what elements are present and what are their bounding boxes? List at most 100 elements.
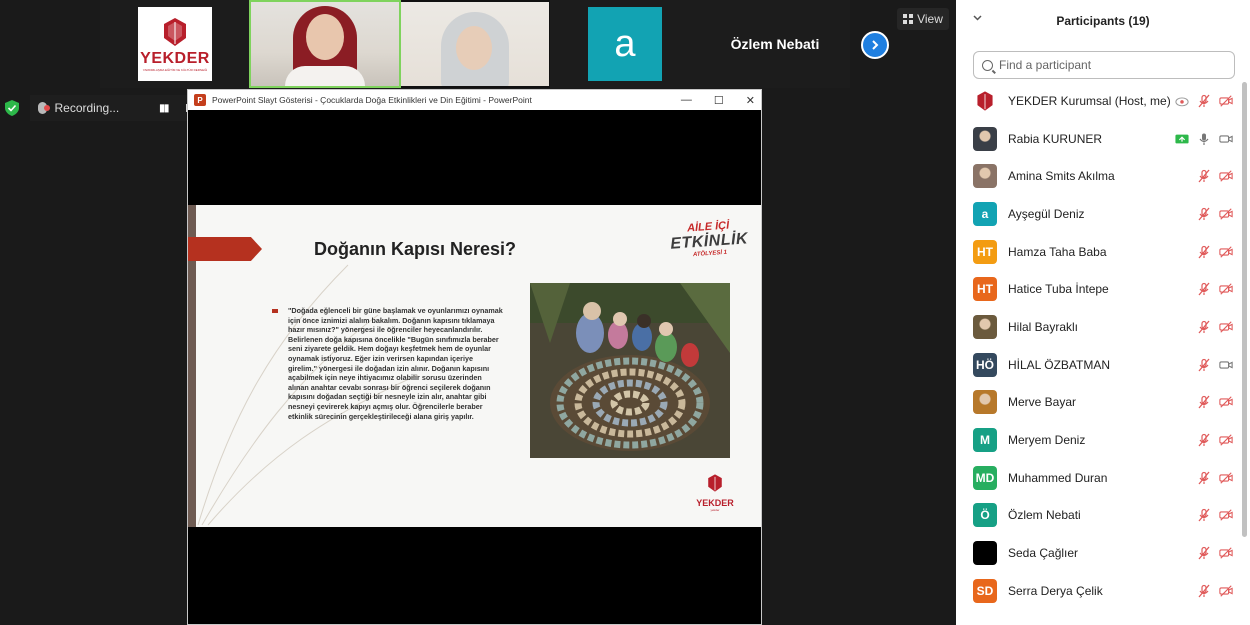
cloud-recording-icon	[38, 102, 50, 114]
camera-off-icon[interactable]	[1219, 508, 1233, 522]
camera-on-icon[interactable]	[1219, 132, 1233, 146]
participant-row[interactable]: HT Hamza Taha Baba	[956, 233, 1241, 271]
participant-row[interactable]: Ö Özlem Nebati	[956, 497, 1241, 535]
participant-row[interactable]: M Meryem Deniz	[956, 421, 1241, 459]
participant-row[interactable]: a Ayşegül Deniz	[956, 195, 1241, 233]
camera-off-icon[interactable]	[1219, 395, 1233, 409]
participants-panel: Participants (19) YEKDER Kurumsal (Host,…	[956, 0, 1250, 625]
video-tile-ozlem[interactable]: Özlem Nebati	[700, 0, 850, 88]
participant-row[interactable]: Rabia KURUNER	[956, 120, 1241, 158]
participant-search-input[interactable]	[999, 58, 1229, 72]
participant-avatar	[973, 314, 997, 339]
participant-avatar: a	[973, 201, 997, 226]
participant-name: Ayşegül Deniz	[1008, 206, 1085, 221]
mic-muted-icon[interactable]	[1197, 245, 1211, 259]
participant-status-icons	[1197, 395, 1233, 409]
participant-name: Hamza Taha Baba	[1008, 244, 1107, 259]
powerpoint-icon: P	[194, 94, 206, 106]
participant-row[interactable]: Hilal Bayraklı	[956, 308, 1241, 346]
participant-avatar: M	[973, 428, 997, 453]
participant-status-icons	[1197, 358, 1233, 372]
participant-search[interactable]	[973, 51, 1235, 79]
video-tile-name: Özlem Nebati	[730, 36, 820, 52]
camera-off-icon[interactable]	[1219, 245, 1233, 259]
close-icon[interactable]: ✕	[746, 94, 755, 107]
participant-name: Hatice Tuba İntepe	[1008, 282, 1109, 297]
video-gallery-strip: YEKDER YARDIMLAŞMA EĞİTİM VE KÜLTÜR DERN…	[100, 0, 850, 88]
camera-off-icon[interactable]	[1219, 207, 1233, 221]
mic-muted-icon[interactable]	[1197, 584, 1211, 598]
video-tile-rabia[interactable]	[249, 0, 401, 88]
participant-status-icons	[1197, 508, 1233, 522]
participant-row[interactable]: HT Hatice Tuba İntepe	[956, 270, 1241, 308]
participant-name: Muhammed Duran	[1008, 470, 1108, 485]
camera-off-icon[interactable]	[1219, 471, 1233, 485]
video-tile-participant[interactable]	[401, 2, 549, 86]
slide-title: Doğanın Kapısı Neresi?	[314, 239, 517, 259]
mic-muted-icon[interactable]	[1197, 508, 1211, 522]
mic-muted-icon[interactable]	[1197, 546, 1211, 560]
participant-status-icons	[1197, 471, 1233, 485]
participant-row[interactable]: Amina Smits Akılma	[956, 157, 1241, 195]
participant-name: Rabia KURUNER	[1008, 131, 1103, 146]
camera-off-icon[interactable]	[1219, 169, 1233, 183]
participant-initials: HÖ	[976, 357, 994, 372]
camera-on-icon[interactable]	[1219, 358, 1233, 372]
participant-avatar	[973, 164, 997, 189]
mic-muted-icon[interactable]	[1197, 207, 1211, 221]
participant-avatar	[973, 390, 997, 415]
shield-icon[interactable]	[5, 100, 19, 116]
participant-name: Merve Bayar	[1008, 395, 1077, 410]
video-participant-face	[456, 26, 492, 70]
participant-name: YEKDER Kurumsal (Host, me)	[1008, 93, 1171, 108]
participant-row[interactable]: HÖ HİLAL ÖZBATMAN	[956, 346, 1241, 384]
participant-status-icons	[1197, 207, 1233, 221]
camera-off-icon[interactable]	[1219, 282, 1233, 296]
view-button[interactable]: View	[897, 8, 949, 30]
mic-muted-icon[interactable]	[1197, 471, 1211, 485]
video-tile-host[interactable]: YEKDER YARDIMLAŞMA EĞİTİM VE KÜLTÜR DERN…	[100, 0, 250, 88]
participant-avatar	[973, 88, 997, 113]
participant-row[interactable]: Merve Bayar	[956, 384, 1241, 422]
mic-muted-icon[interactable]	[1197, 282, 1211, 296]
mic-muted-icon[interactable]	[1197, 169, 1211, 183]
activity-badge: AİLE İÇİ ETKİNLİK ATÖLYESİ 1	[667, 218, 751, 260]
screen-share-icon	[1175, 134, 1189, 143]
next-page-button[interactable]	[861, 31, 889, 59]
video-tile-aysegul[interactable]: a	[550, 0, 700, 88]
mic-muted-icon[interactable]	[1197, 433, 1211, 447]
mic-muted-icon[interactable]	[1197, 94, 1211, 108]
photo-illustration	[530, 283, 730, 458]
slide-bullet	[272, 309, 278, 313]
slide-body-text: "Doğada eğlenceli bir güne başlamak ve o…	[288, 306, 503, 421]
slide-yekder-logo: YEKDER yekder	[688, 473, 742, 512]
chevron-down-icon[interactable]	[972, 12, 983, 23]
participant-avatar: HT	[973, 277, 997, 302]
mic-muted-icon[interactable]	[1197, 358, 1211, 372]
participant-name: Meryem Deniz	[1008, 433, 1086, 448]
camera-off-icon[interactable]	[1219, 320, 1233, 334]
participant-status-icons	[1197, 433, 1233, 447]
participant-avatar: HÖ	[973, 352, 997, 377]
scrollbar[interactable]	[1242, 82, 1247, 537]
mic-muted-icon[interactable]	[1197, 395, 1211, 409]
pause-recording-icon[interactable]: ▮▮	[159, 103, 169, 114]
participant-list: YEKDER Kurumsal (Host, me) Rabia KURUNER A…	[956, 82, 1241, 610]
mic-on-icon[interactable]	[1197, 132, 1211, 146]
yekder-logo-text: YEKDER	[140, 50, 210, 67]
chevron-right-icon	[872, 40, 879, 50]
camera-off-icon[interactable]	[1219, 546, 1233, 560]
camera-off-icon[interactable]	[1219, 584, 1233, 598]
mic-muted-icon[interactable]	[1197, 320, 1211, 334]
slide-logo-text: YEKDER	[696, 498, 734, 508]
participant-status-icons	[1197, 282, 1233, 296]
maximize-icon[interactable]: ☐	[714, 94, 724, 107]
participant-row[interactable]: Seda Çağlıer	[956, 534, 1241, 572]
camera-off-icon[interactable]	[1219, 94, 1233, 108]
participant-row[interactable]: SD Serra Derya Çelik	[956, 572, 1241, 610]
camera-off-icon[interactable]	[1219, 433, 1233, 447]
participant-row[interactable]: YEKDER Kurumsal (Host, me)	[956, 82, 1241, 120]
participant-row[interactable]: MD Muhammed Duran	[956, 459, 1241, 497]
minimize-icon[interactable]: —	[681, 94, 692, 106]
participant-status-icons	[1175, 94, 1233, 108]
